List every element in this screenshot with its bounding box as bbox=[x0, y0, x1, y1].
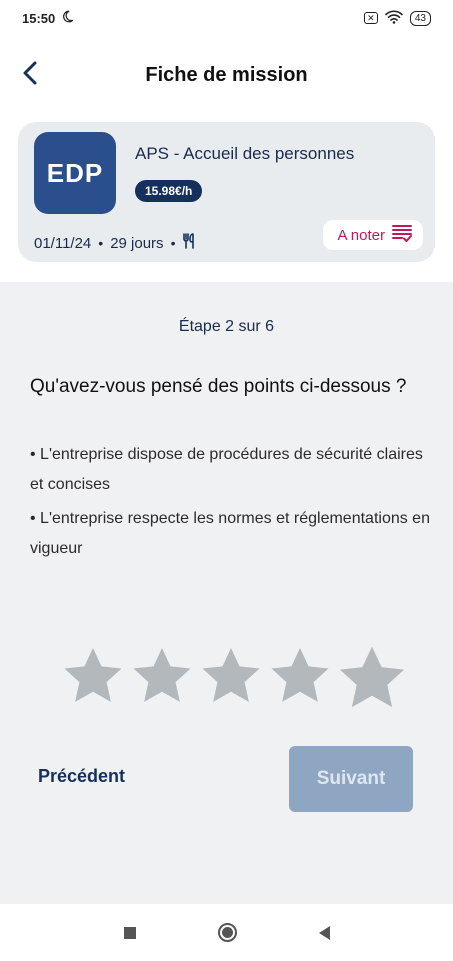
triangle-back-icon[interactable] bbox=[318, 925, 330, 940]
star-icon[interactable] bbox=[196, 642, 265, 708]
checklist-icon bbox=[391, 223, 413, 247]
mission-date: 01/11/24 bbox=[34, 234, 92, 252]
survey-point: • L'entreprise dispose de procédures de … bbox=[30, 446, 423, 493]
status-left: 15:50 bbox=[22, 10, 74, 26]
utensils-icon bbox=[182, 233, 198, 253]
separator-dot: • bbox=[98, 235, 104, 251]
status-right: ✕ 43 bbox=[363, 10, 431, 27]
rate-mission-button[interactable]: A noter bbox=[323, 220, 423, 250]
page-header: Fiche de mission bbox=[0, 50, 453, 100]
status-time: 15:50 bbox=[22, 10, 56, 26]
circle-icon[interactable] bbox=[217, 923, 237, 942]
circle-icon-inner bbox=[221, 927, 233, 938]
star-icon[interactable] bbox=[58, 642, 127, 708]
survey-points: • L'entreprise dispose de procédures de … bbox=[30, 440, 430, 568]
star-icon[interactable] bbox=[127, 642, 196, 708]
page-title: Fiche de mission bbox=[145, 63, 308, 86]
step-indicator: Étape 2 sur 6 bbox=[178, 318, 275, 335]
rate-mission-label: A noter bbox=[337, 226, 385, 244]
hourly-rate-badge: 15.98€/h bbox=[135, 180, 203, 202]
chevron-left-icon bbox=[21, 60, 39, 91]
square-icon[interactable] bbox=[123, 926, 136, 939]
mission-card[interactable]: EDP APS - Accueil des personnes 15.98€/h… bbox=[18, 122, 435, 262]
mission-meta: 01/11/24 • 29 jours • bbox=[34, 233, 198, 253]
company-logo: EDP bbox=[34, 132, 116, 214]
next-button[interactable]: Suivant bbox=[289, 746, 413, 812]
battery-indicator: 43 bbox=[409, 10, 431, 26]
survey-panel: Étape 2 sur 6 Qu'avez-vous pensé des poi… bbox=[0, 282, 453, 904]
star-rating[interactable] bbox=[58, 642, 410, 714]
survey-question: Qu'avez-vous pensé des points ci-dessous… bbox=[30, 376, 407, 397]
system-nav-bar bbox=[0, 904, 453, 961]
back-button[interactable] bbox=[14, 59, 46, 91]
mission-title: APS - Accueil des personnes bbox=[135, 144, 355, 163]
star-icon[interactable] bbox=[334, 642, 410, 714]
mission-duration: 29 jours bbox=[110, 234, 164, 252]
separator-dot: • bbox=[170, 235, 176, 251]
previous-button[interactable]: Précédent bbox=[38, 766, 125, 787]
sim-icon: ✕ bbox=[363, 12, 378, 24]
star-icon[interactable] bbox=[265, 642, 334, 708]
moon-icon bbox=[61, 10, 74, 26]
survey-point: • L'entreprise respecte les normes et ré… bbox=[30, 510, 430, 557]
status-bar: 15:50 ✕ 43 bbox=[0, 0, 453, 36]
wifi-icon bbox=[385, 10, 403, 27]
